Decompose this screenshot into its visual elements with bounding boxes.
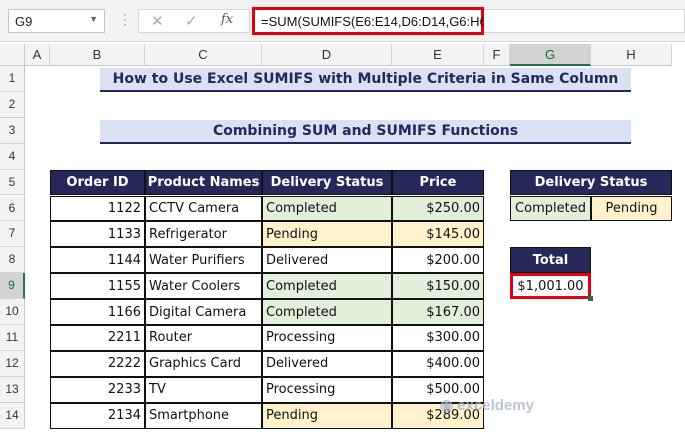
price-cell[interactable]: $200.00 bbox=[392, 247, 484, 274]
product-name-cell[interactable]: CCTV Camera bbox=[145, 195, 262, 222]
delivery-status-cell[interactable]: Completed bbox=[262, 299, 392, 325]
product-name-cell[interactable]: Digital Camera bbox=[145, 299, 262, 325]
delivery-status-cell[interactable]: Delivered bbox=[262, 350, 392, 377]
column-header-D[interactable]: D bbox=[262, 44, 392, 66]
row-header-13[interactable]: 13 bbox=[0, 376, 25, 403]
row-header-8[interactable]: 8 bbox=[0, 247, 25, 274]
order-id-cell[interactable]: 1166 bbox=[50, 299, 145, 325]
delivery-status-cell[interactable]: Completed bbox=[262, 273, 392, 300]
column-header-E[interactable]: E bbox=[392, 44, 484, 66]
cancel-icon[interactable]: ✕ bbox=[151, 12, 164, 30]
column-header-B[interactable]: B bbox=[50, 44, 145, 66]
column-header-A[interactable]: A bbox=[25, 44, 50, 66]
row-header-5[interactable]: 5 bbox=[0, 169, 25, 196]
row-header-3[interactable]: 3 bbox=[0, 117, 25, 144]
row-header-11[interactable]: 11 bbox=[0, 325, 25, 351]
product-name-cell[interactable]: TV bbox=[145, 376, 262, 403]
more-icon: ⋮ bbox=[118, 11, 132, 27]
select-all-button[interactable] bbox=[0, 44, 25, 66]
enter-icon[interactable]: ✓ bbox=[185, 12, 198, 30]
name-box-value: G9 bbox=[15, 14, 33, 29]
order-id-cell[interactable]: 1155 bbox=[50, 273, 145, 300]
row-header-7[interactable]: 7 bbox=[0, 221, 25, 248]
price-cell[interactable]: $250.00 bbox=[392, 195, 484, 222]
column-header-F[interactable]: F bbox=[484, 44, 510, 66]
column-header-C[interactable]: C bbox=[145, 44, 262, 66]
order-id-cell[interactable]: 2134 bbox=[50, 402, 145, 429]
total-value-cell[interactable]: $1,001.00 bbox=[510, 273, 591, 300]
criteria-cell-completed[interactable]: Completed bbox=[510, 195, 591, 222]
fx-icon[interactable]: fx bbox=[221, 12, 233, 27]
order-id-cell[interactable]: 2211 bbox=[50, 325, 145, 351]
product-name-cell[interactable]: Water Purifiers bbox=[145, 247, 262, 274]
formula-input-extension[interactable] bbox=[484, 9, 685, 33]
table-header: Price bbox=[392, 169, 484, 196]
row-header-1[interactable]: 1 bbox=[0, 66, 25, 92]
sheet-subtitle: Combining SUM and SUMIFS Functions bbox=[100, 119, 631, 144]
sheet-title: How to Use Excel SUMIFS with Multiple Cr… bbox=[100, 68, 631, 92]
price-cell[interactable]: $167.00 bbox=[392, 299, 484, 325]
formula-input[interactable]: =SUM(SUMIFS(E6:E14,D6:D14,G6:H6)) bbox=[252, 7, 495, 35]
criteria-cell-pending[interactable]: Pending bbox=[591, 195, 672, 222]
table-header: Product Names bbox=[145, 169, 262, 196]
price-cell[interactable]: $400.00 bbox=[392, 350, 484, 377]
chevron-down-icon[interactable]: ▼ bbox=[89, 14, 98, 24]
column-header-G[interactable]: G bbox=[510, 44, 591, 66]
row-header-9[interactable]: 9 bbox=[0, 273, 25, 300]
row-header-12[interactable]: 12 bbox=[0, 350, 25, 377]
watermark-logo: ◉ exceldemy bbox=[440, 397, 534, 414]
price-cell[interactable]: $145.00 bbox=[392, 221, 484, 248]
delivery-status-cell[interactable]: Delivered bbox=[262, 247, 392, 274]
formula-buttons: ✕ ✓ fx bbox=[138, 9, 250, 33]
order-id-cell[interactable]: 1122 bbox=[50, 195, 145, 222]
delivery-status-cell[interactable]: Pending bbox=[262, 221, 392, 248]
price-cell[interactable]: $300.00 bbox=[392, 325, 484, 351]
order-id-cell[interactable]: 2222 bbox=[50, 350, 145, 377]
order-id-cell[interactable]: 1133 bbox=[50, 221, 145, 248]
row-header-2[interactable]: 2 bbox=[0, 91, 25, 118]
row-header-6[interactable]: 6 bbox=[0, 195, 25, 222]
order-id-cell[interactable]: 2233 bbox=[50, 376, 145, 403]
row-header-14[interactable]: 14 bbox=[0, 402, 25, 429]
total-header: Total bbox=[510, 247, 591, 274]
table-header: Order ID bbox=[50, 169, 145, 196]
order-id-cell[interactable]: 1144 bbox=[50, 247, 145, 274]
product-name-cell[interactable]: Refrigerator bbox=[145, 221, 262, 248]
column-header-H[interactable]: H bbox=[591, 44, 672, 66]
fill-handle[interactable] bbox=[588, 296, 593, 302]
row-header-10[interactable]: 10 bbox=[0, 299, 25, 325]
product-name-cell[interactable]: Router bbox=[145, 325, 262, 351]
criteria-header: Delivery Status bbox=[510, 169, 672, 196]
delivery-status-cell[interactable]: Processing bbox=[262, 325, 392, 351]
table-header: Delivery Status bbox=[262, 169, 392, 196]
delivery-status-cell[interactable]: Processing bbox=[262, 376, 392, 403]
product-name-cell[interactable]: Graphics Card bbox=[145, 350, 262, 377]
price-cell[interactable]: $150.00 bbox=[392, 273, 484, 300]
name-box[interactable]: G9 ▼ bbox=[8, 9, 105, 33]
row-header-4[interactable]: 4 bbox=[0, 143, 25, 170]
product-name-cell[interactable]: Smartphone bbox=[145, 402, 262, 429]
delivery-status-cell[interactable]: Pending bbox=[262, 402, 392, 429]
delivery-status-cell[interactable]: Completed bbox=[262, 195, 392, 222]
product-name-cell[interactable]: Water Coolers bbox=[145, 273, 262, 300]
